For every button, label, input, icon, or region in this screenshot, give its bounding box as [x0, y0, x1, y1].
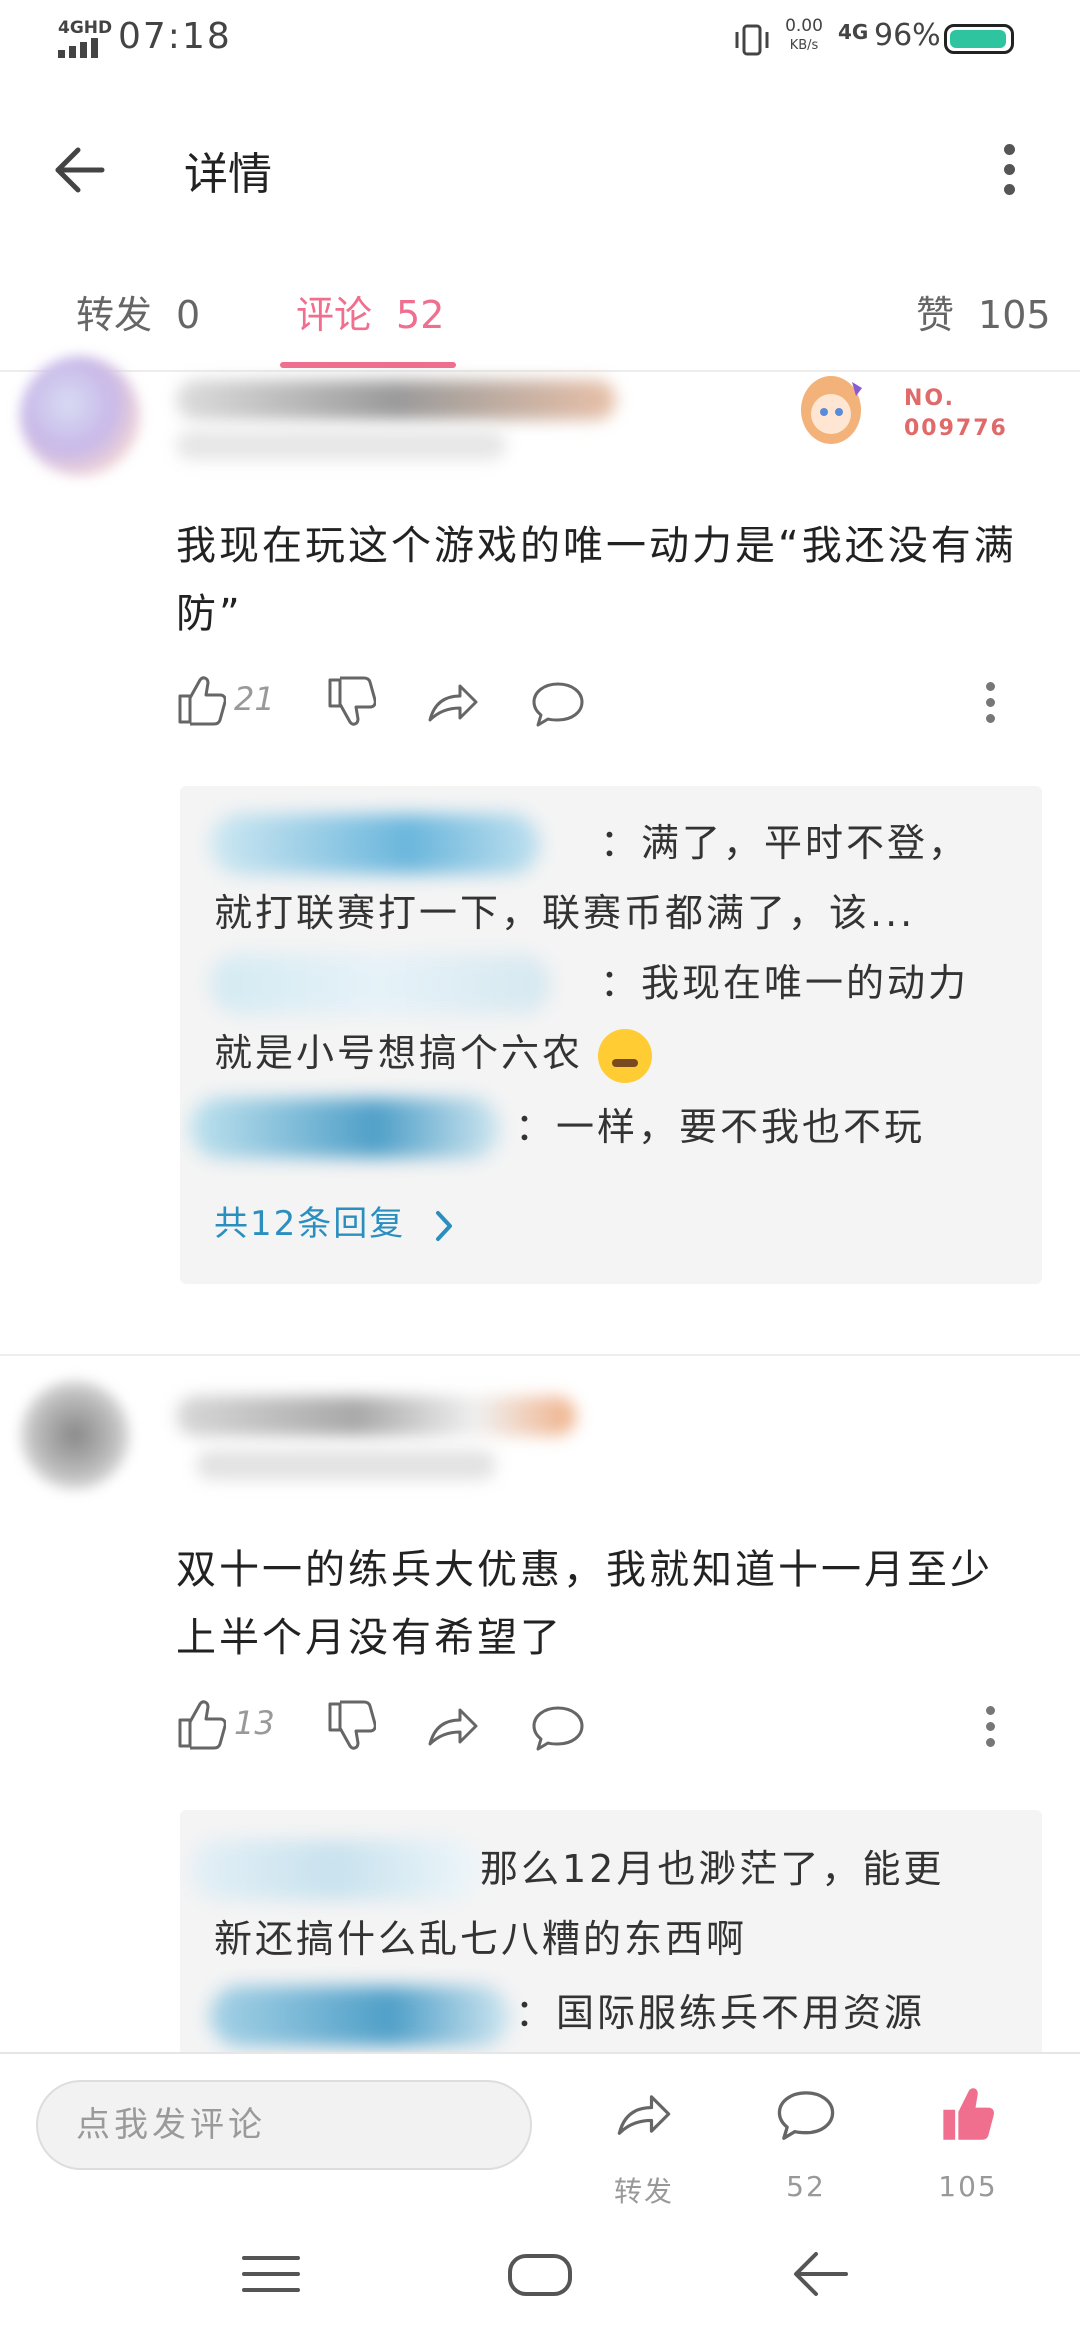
app-header: 详情: [0, 100, 1080, 240]
reply-text: 就打联赛打一下，联赛币都满了，该...: [214, 891, 916, 935]
network-speed-value: 0.00: [785, 16, 823, 36]
battery-icon: [944, 24, 1014, 54]
tab-label: 赞: [916, 293, 955, 337]
network-speed: 0.00 KB/s: [782, 16, 826, 56]
tab-count: 105: [978, 293, 1051, 337]
tab-count: 52: [396, 293, 445, 337]
avatar[interactable]: [20, 1380, 130, 1490]
reply-text: 新还搞什么乱七八糟的东西啊: [214, 1917, 748, 1961]
like-count: 21: [234, 680, 275, 718]
comment-actions: 21: [176, 672, 1036, 732]
avatar[interactable]: [20, 356, 140, 476]
clock: 07:18: [118, 16, 232, 57]
comment-bubble-icon[interactable]: [530, 1696, 586, 1756]
like-post-button[interactable]: 105: [918, 2084, 1018, 2204]
reply-text: ：一样，要不我也不玩: [515, 1105, 926, 1149]
thumbs-down-icon[interactable]: [326, 1696, 376, 1756]
like-button[interactable]: 21: [176, 672, 286, 732]
more-vertical-icon[interactable]: [976, 1698, 1006, 1754]
share-icon[interactable]: [426, 1696, 480, 1756]
tab-bar: 转发 0 评论 52 赞 105: [0, 270, 1080, 372]
thumbs-down-icon[interactable]: [326, 672, 376, 732]
tab-likes[interactable]: 赞 105: [916, 284, 1051, 339]
comment-text: 我现在玩这个游戏的唯一动力是“我还没有满防”: [176, 523, 1017, 637]
page-title: 详情: [184, 149, 272, 200]
vibrate-icon: [735, 24, 769, 56]
system-navigation-bar: [0, 2212, 1080, 2340]
reply-line: 就是小号想搞个六农: [214, 1018, 1014, 1088]
reply-username-redacted[interactable]: [210, 1986, 510, 2046]
reply-text: ：我现在唯一的动力: [600, 961, 970, 1005]
reply-username-redacted[interactable]: [210, 814, 540, 874]
mobile-signal: 4G: [838, 20, 869, 44]
reply-username-redacted[interactable]: [210, 954, 550, 1014]
reply-text: ：满了，平时不登，: [600, 821, 970, 865]
reply-preview[interactable]: 那么12月也渺茫了，能更 新还搞什么乱七八糟的东西啊 ：国际服练兵不用资源: [180, 1810, 1042, 2060]
cool-emoji-icon: [598, 1028, 653, 1083]
username-redacted[interactable]: [176, 1396, 576, 1436]
share-icon[interactable]: [426, 672, 480, 732]
chevron-right-icon: [436, 1210, 453, 1241]
home-icon[interactable]: [506, 2250, 574, 2300]
repost-label: 转发: [613, 2175, 674, 2208]
thumbs-up-icon: [178, 1700, 227, 1750]
comment-actions: 13: [176, 1696, 1036, 1756]
reply-username-redacted[interactable]: [190, 1098, 500, 1158]
active-tab-indicator: [280, 362, 456, 368]
share-icon: [617, 2095, 671, 2135]
comment-divider: [0, 1354, 1080, 1356]
tab-reposts[interactable]: 转发 0: [76, 284, 200, 339]
tab-label: 转发: [76, 293, 153, 337]
back-icon[interactable]: [790, 2246, 852, 2302]
tab-label: 评论: [296, 293, 373, 337]
reply-preview[interactable]: ：满了，平时不登， 就打联赛打一下，联赛币都满了，该... ：我现在唯一的动力 …: [180, 786, 1042, 1284]
bottom-action-bar: 点我发评论 转发 52 105: [0, 2052, 1080, 2214]
comment-input[interactable]: 点我发评论: [36, 2080, 532, 2170]
reply-text: ：国际服练兵不用资源: [515, 1991, 926, 2035]
arrow-left-icon[interactable]: [50, 140, 110, 200]
view-all-replies-link[interactable]: 共12条回复: [214, 1196, 456, 1245]
fan-badge: NO. 009776: [792, 370, 1022, 450]
repost-button[interactable]: 转发: [594, 2084, 694, 2208]
reply-text: 那么12月也渺茫了，能更: [480, 1847, 945, 1891]
status-bar: 4GHD 07:18 0.00 KB/s 4G 96%: [0, 0, 1080, 80]
reply-username-redacted[interactable]: [190, 1840, 480, 1900]
more-vertical-icon[interactable]: [995, 140, 1025, 200]
comment-meta-redacted: [176, 430, 506, 460]
network-speed-unit: KB/s: [789, 38, 819, 53]
thumbs-up-icon: [178, 676, 227, 726]
comment-bubble-icon: [777, 2091, 835, 2140]
signal-bars-icon: [58, 38, 108, 58]
thumbs-up-filled-icon: [943, 2088, 994, 2140]
tab-comments[interactable]: 评论 52: [296, 284, 444, 339]
more-vertical-icon[interactable]: [976, 674, 1006, 730]
anime-character-icon: [801, 376, 862, 444]
network-type: 4GHD: [58, 18, 113, 38]
menu-icon[interactable]: [240, 2250, 302, 2298]
like-count: 105: [938, 2170, 998, 2203]
comment-count: 52: [786, 2170, 826, 2203]
comment-bubble-icon[interactable]: [530, 672, 586, 732]
more-replies-label: 共12条回复: [214, 1204, 406, 1244]
reply-text: 就是小号想搞个六农: [214, 1031, 584, 1075]
like-count: 13: [234, 1704, 275, 1742]
comment-meta-redacted: [196, 1450, 496, 1480]
battery-percent: 96%: [874, 18, 941, 53]
username-redacted[interactable]: [176, 380, 616, 420]
like-button[interactable]: 13: [176, 1696, 286, 1756]
comment-text: 双十一的练兵大优惠，我就知道十一月至少上半个月没有希望了: [176, 1547, 993, 1661]
badge-number: NO. 009776: [904, 386, 1008, 441]
tab-count: 0: [176, 293, 201, 337]
comment-button[interactable]: 52: [756, 2084, 856, 2204]
